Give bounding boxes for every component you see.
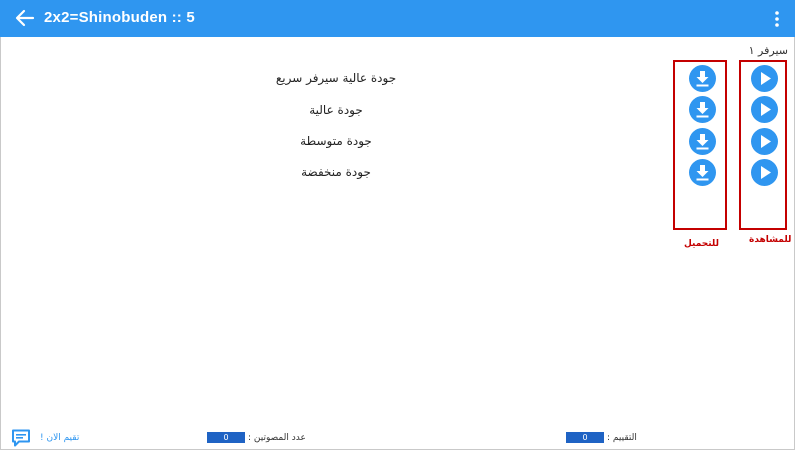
- server-label: سيرفر ١: [748, 44, 788, 57]
- download-button-3[interactable]: [689, 128, 716, 155]
- download-icon: [696, 102, 709, 118]
- download-icon: [696, 165, 709, 181]
- quality-label-3[interactable]: جودة متوسطة: [266, 134, 406, 148]
- play-button-3[interactable]: [751, 128, 778, 155]
- page-title: 2x2=Shinobuden :: 5: [44, 9, 195, 26]
- play-button-1[interactable]: [751, 65, 778, 92]
- rate-now-link[interactable]: تقيم الان !: [40, 433, 79, 443]
- comment-icon[interactable]: [11, 429, 31, 447]
- download-icon: [696, 71, 709, 87]
- play-icon: [761, 103, 771, 116]
- download-icon: [696, 134, 709, 150]
- download-button-4[interactable]: [689, 159, 716, 186]
- download-button-1[interactable]: [689, 65, 716, 92]
- votes-count-field: 0: [207, 432, 245, 443]
- quality-label-1[interactable]: جودة عالية سيرفر سريع: [266, 71, 406, 85]
- download-caption: للتحميل: [684, 239, 719, 249]
- more-vertical-icon[interactable]: [768, 9, 786, 29]
- play-icon: [761, 135, 771, 148]
- play-icon: [761, 72, 771, 85]
- votes-label: عدد المصوتين :: [248, 433, 306, 443]
- download-button-2[interactable]: [689, 96, 716, 123]
- arrow-left-icon[interactable]: [14, 8, 36, 28]
- play-icon: [761, 166, 771, 179]
- rating-value-field: 0: [566, 432, 604, 443]
- rating-label: التقييم :: [607, 433, 637, 443]
- quality-label-2[interactable]: جودة عالية: [266, 103, 406, 117]
- watch-caption: للمشاهدة: [749, 235, 792, 245]
- play-button-2[interactable]: [751, 96, 778, 123]
- play-button-4[interactable]: [751, 159, 778, 186]
- quality-label-4[interactable]: جودة منخفضة: [266, 165, 406, 179]
- app-bar: 2x2=Shinobuden :: 5: [0, 0, 795, 37]
